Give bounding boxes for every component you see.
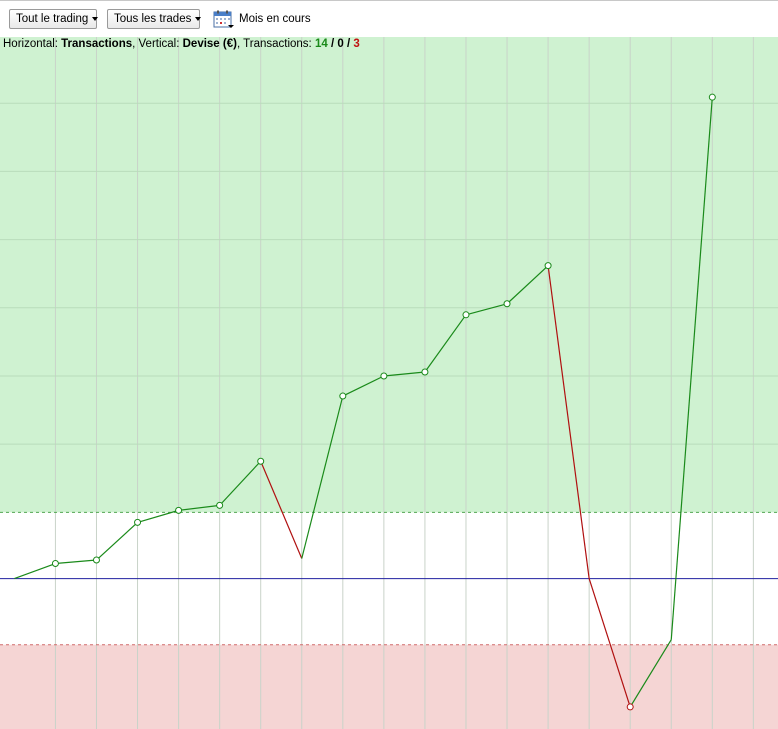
equity-point [216,501,224,509]
equity-point [257,457,265,465]
equity-point [503,300,511,308]
equity-point [421,368,429,376]
equity-point [51,560,59,568]
trades-filter-dropdown[interactable]: Tous les trades [107,9,202,29]
count-separator: / [327,38,338,50]
vertical-prefix: , Vertical: [132,38,183,50]
chart-info-line: Horizontal: Transactions, Vertical: Devi… [3,38,360,50]
vertical-axis-label: Devise (€) [182,38,237,50]
trades-filter-label: Tous les trades [114,13,192,25]
equity-point [462,311,470,319]
period-label: Mois en cours [239,13,311,25]
dropdown-arrow-icon [92,16,99,21]
equity-point [626,703,634,711]
equity-segment [14,562,56,580]
loss-zone [0,644,778,729]
equity-point [708,93,716,101]
horizontal-axis-label: Transactions [61,38,133,50]
trading-filter-label: Tout le trading [16,13,89,25]
equity-point [544,262,552,270]
equity-segment [96,521,138,561]
profit-zone [0,37,778,513]
equity-point [175,506,183,514]
equity-chart [0,37,778,729]
dropdown-arrow-icon [195,16,202,21]
toolbar: Tout le trading Tous les trades Mois en … [0,0,778,37]
equity-segment [55,559,97,565]
equity-point [92,556,100,564]
count-separator: / [343,38,354,50]
equity-point [134,518,142,526]
equity-point [380,372,388,380]
losing-count: 3 [353,38,360,50]
winning-count: 14 [314,38,328,50]
trading-filter-dropdown[interactable]: Tout le trading [9,9,99,29]
equity-point [339,392,347,400]
calendar-icon [213,10,234,28]
horizontal-prefix: Horizontal: [3,38,62,50]
transactions-prefix: , Transactions: [236,38,315,50]
